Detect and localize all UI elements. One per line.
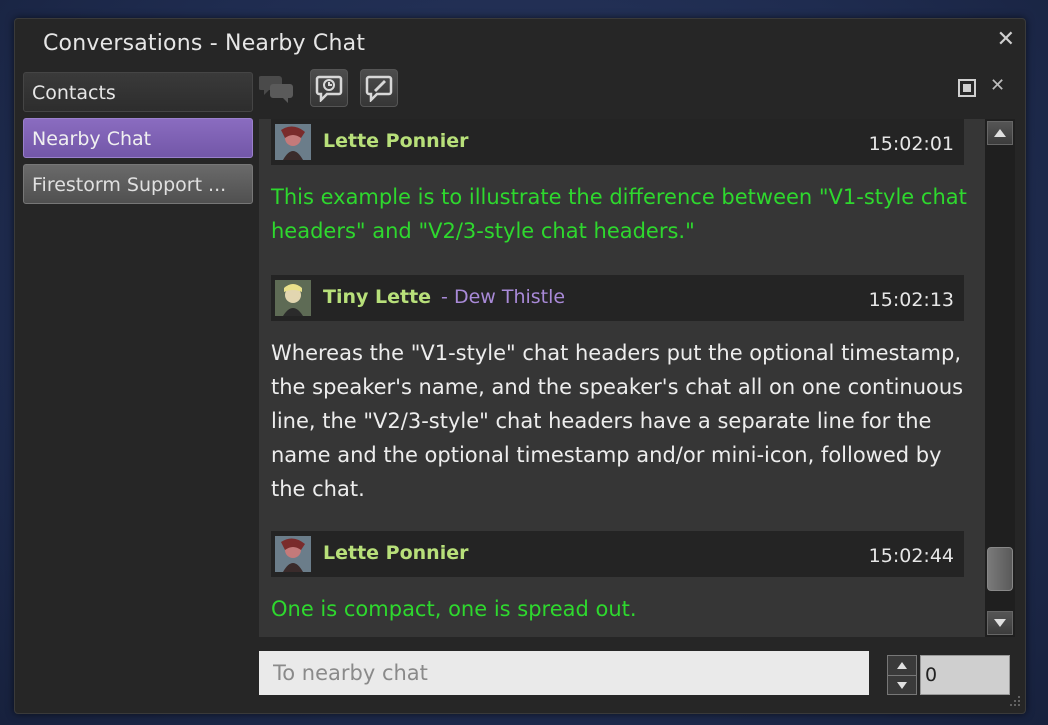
- message-header: Lette Ponnier 15:02:01: [271, 119, 964, 165]
- chat-toolbar: ✕: [258, 67, 1018, 109]
- tab-nearby-chat[interactable]: Nearby Chat: [23, 118, 253, 158]
- speaker-name[interactable]: Lette Ponnier: [323, 130, 468, 152]
- channel-field[interactable]: 0: [920, 655, 1010, 695]
- chat-history[interactable]: Lette Ponnier 15:02:01 This example is t…: [259, 119, 985, 637]
- window-title: Conversations - Nearby Chat: [43, 31, 366, 56]
- chat-history-icon[interactable]: [310, 69, 348, 107]
- tab-firestorm-support[interactable]: Firestorm Support ...: [23, 164, 253, 204]
- avatar-icon[interactable]: [275, 280, 311, 316]
- conversation-sidebar: Contacts Nearby Chat Firestorm Support .…: [23, 72, 253, 204]
- chat-scrollbar[interactable]: [985, 119, 1015, 637]
- speakers-icon[interactable]: [258, 69, 296, 107]
- speaker-alias: - Dew Thistle: [441, 286, 566, 308]
- message-text: This example is to illustrate the differ…: [271, 185, 967, 243]
- message-header: Tiny Lette - Dew Thistle 15:02:13: [271, 275, 964, 321]
- compact-mode-icon[interactable]: [360, 69, 398, 107]
- avatar-icon[interactable]: [275, 536, 311, 572]
- channel-stepper[interactable]: [887, 655, 917, 695]
- speaker-name[interactable]: Lette Ponnier: [323, 542, 468, 564]
- resize-grip-icon[interactable]: [1007, 695, 1021, 709]
- close-icon[interactable]: ✕: [990, 75, 1005, 96]
- speaker-name[interactable]: Tiny Lette - Dew Thistle: [323, 286, 565, 308]
- chat-input[interactable]: [259, 651, 869, 695]
- conversations-window: Conversations - Nearby Chat ✕ Contacts N…: [14, 18, 1026, 714]
- window-close-icon[interactable]: ✕: [997, 27, 1015, 52]
- scroll-up-icon[interactable]: [987, 121, 1013, 145]
- timestamp: 15:02:44: [868, 545, 954, 567]
- tear-off-icon[interactable]: [958, 79, 976, 102]
- message-text: Whereas the "V1-style" chat headers put …: [271, 341, 964, 501]
- title-bar[interactable]: Conversations - Nearby Chat ✕: [15, 19, 1025, 65]
- stepper-down-icon[interactable]: [888, 676, 916, 695]
- scrollbar-thumb[interactable]: [987, 547, 1013, 591]
- scroll-down-icon[interactable]: [987, 611, 1013, 635]
- timestamp: 15:02:13: [868, 289, 954, 311]
- timestamp: 15:02:01: [868, 133, 954, 155]
- message-header: Lette Ponnier 15:02:44: [271, 531, 964, 577]
- message-text: One is compact, one is spread out.: [271, 597, 637, 621]
- avatar-icon[interactable]: [275, 124, 311, 160]
- contacts-button[interactable]: Contacts: [23, 72, 253, 112]
- stepper-up-icon[interactable]: [888, 656, 916, 676]
